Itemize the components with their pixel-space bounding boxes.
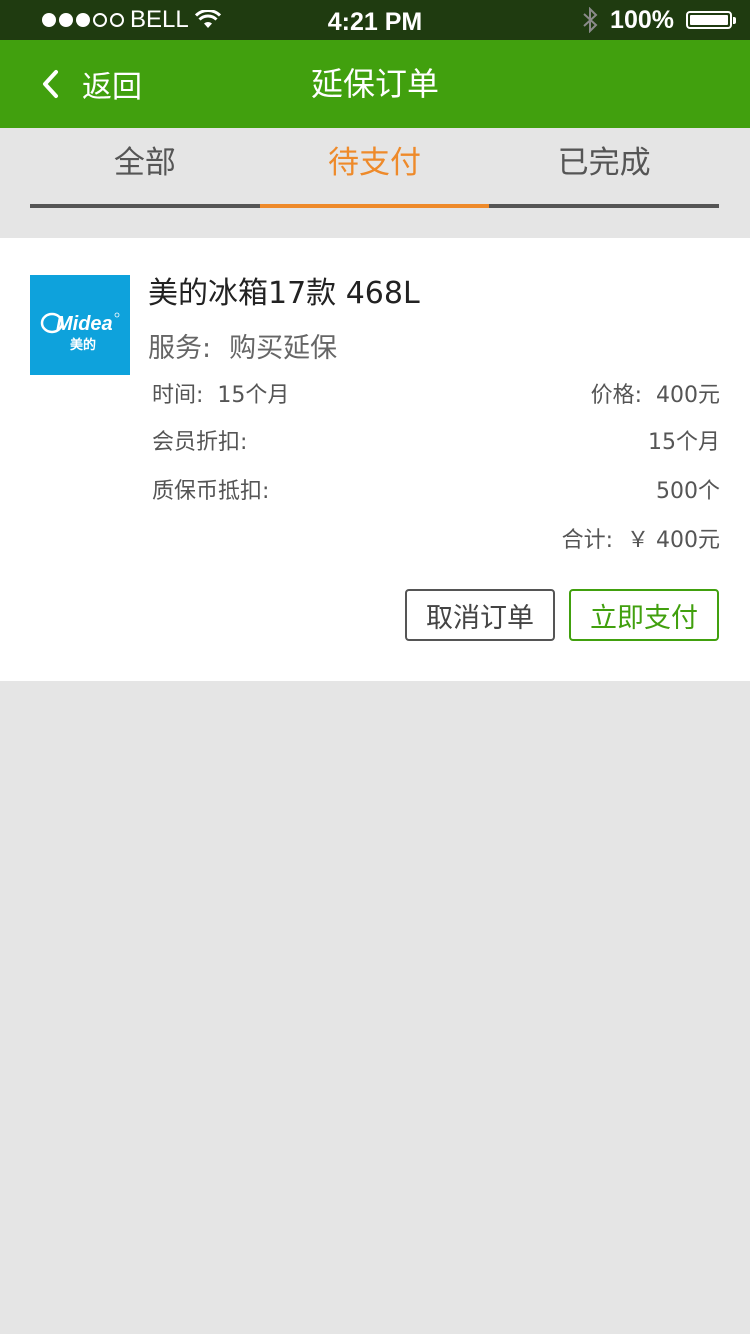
- time-price-row: 时间: 15个月 价格: 400元: [152, 376, 720, 410]
- pay-now-button[interactable]: 立即支付: [569, 589, 719, 641]
- tab-pending-payment[interactable]: 待支付: [259, 128, 490, 208]
- coin-discount-label: 质保币抵扣:: [152, 479, 270, 504]
- time-value: 15个月: [217, 383, 290, 408]
- nav-bar: 返回 延保订单: [0, 40, 750, 128]
- back-button[interactable]: 返回: [40, 40, 142, 128]
- status-bar: BELL 4:21 PM 100%: [0, 0, 750, 40]
- battery-icon: [686, 11, 736, 29]
- cancel-order-button[interactable]: 取消订单: [405, 589, 555, 641]
- price-info: 价格: 400元: [591, 377, 720, 409]
- tab-completed[interactable]: 已完成: [489, 128, 720, 208]
- member-discount-value: 15个月: [648, 430, 720, 455]
- order-card: Midea 美的 美的冰箱17款 468L 服务: 购买延保 时间: 15个月 价格…: [0, 238, 750, 681]
- time-label: 时间:: [152, 383, 204, 408]
- chevron-left-icon: [43, 70, 58, 98]
- order-status-tabs: 全部 待支付 已完成: [30, 128, 720, 208]
- time-info: 时间: 15个月: [152, 377, 289, 409]
- midea-logo: Midea 美的: [30, 275, 130, 375]
- coin-discount-row: 质保币抵扣: 500个: [152, 472, 720, 506]
- status-right: 100%: [582, 0, 736, 40]
- svg-text:Midea: Midea: [56, 313, 113, 335]
- bluetooth-icon: [583, 7, 598, 33]
- service-value: 购买延保: [229, 333, 338, 364]
- order-actions: 取消订单 立即支付: [405, 589, 719, 641]
- battery-percent: 100%: [610, 5, 674, 34]
- price-value: 400元: [656, 383, 720, 408]
- member-discount-row: 会员折扣: 15个月: [152, 423, 720, 457]
- coin-discount-value: 500个: [656, 479, 720, 504]
- total-row: 合计: ￥ 400元: [152, 521, 720, 555]
- price-label: 价格:: [590, 383, 642, 408]
- product-name: 美的冰箱17款 468L: [148, 276, 420, 311]
- total-value: ￥ 400元: [627, 528, 720, 553]
- tab-all[interactable]: 全部: [30, 128, 260, 208]
- back-label: 返回: [82, 70, 142, 105]
- total-label: 合计:: [561, 528, 613, 553]
- service-row: 服务: 购买延保: [148, 326, 337, 365]
- svg-text:美的: 美的: [70, 337, 96, 353]
- member-discount-label: 会员折扣:: [152, 430, 248, 455]
- service-label: 服务:: [148, 333, 212, 364]
